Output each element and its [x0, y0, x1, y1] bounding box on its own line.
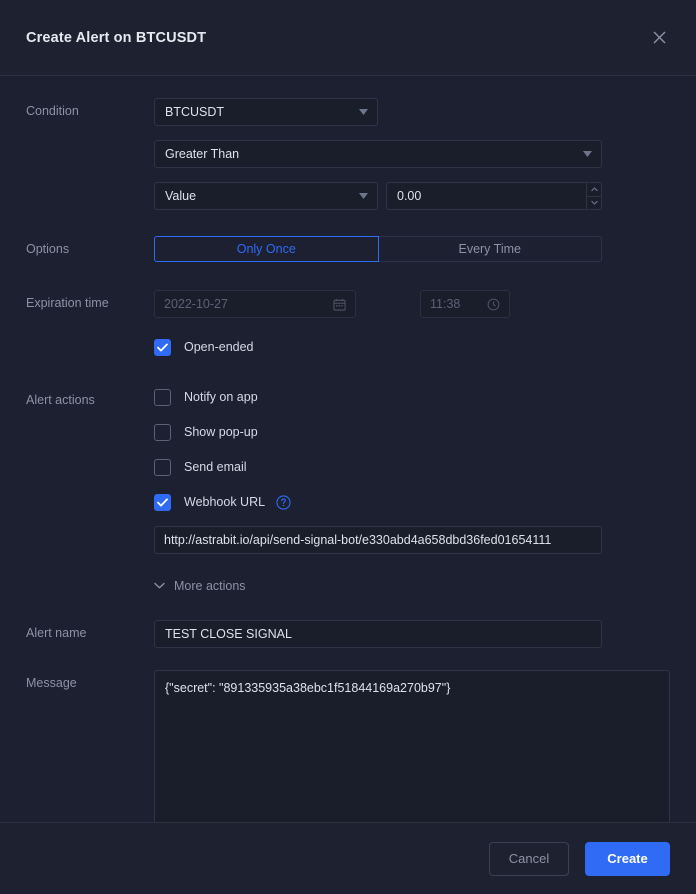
webhook-url-input[interactable]	[154, 526, 602, 554]
send-email-label: Send email	[184, 460, 247, 474]
message-textarea[interactable]: {"secret": "891335935a38ebc1f51844169a27…	[154, 670, 670, 838]
more-actions-toggle[interactable]: More actions	[154, 579, 246, 593]
send-email-checkbox[interactable]	[154, 458, 171, 476]
notify-on-app-label: Notify on app	[184, 390, 258, 404]
symbol-select-value: BTCUSDT	[165, 105, 225, 119]
alert-name-fields	[154, 620, 670, 648]
value-type-select-value: Value	[165, 189, 197, 203]
operator-select-value: Greater Than	[165, 147, 240, 161]
show-popup-checkbox[interactable]	[154, 423, 171, 441]
value-stepper	[386, 182, 602, 210]
chevron-down-icon	[359, 109, 368, 115]
trigger-frequency-toggle: Only Once Every Time	[154, 236, 602, 262]
symbol-select[interactable]: BTCUSDT	[154, 98, 378, 126]
open-ended-checkbox[interactable]	[154, 338, 171, 356]
modal-footer: Cancel Create	[0, 822, 696, 894]
close-icon[interactable]	[646, 25, 672, 51]
show-popup-row[interactable]: Show pop-up	[154, 422, 670, 442]
value-row: Value	[154, 182, 670, 210]
chevron-down-icon	[154, 582, 165, 589]
options-label: Options	[26, 242, 70, 256]
open-ended-checkbox-row[interactable]: Open-ended	[154, 337, 670, 357]
show-popup-label: Show pop-up	[184, 425, 258, 439]
expiration-datetime: 2022-10-27 11:38	[154, 290, 670, 318]
option-only-once[interactable]: Only Once	[154, 236, 379, 262]
alert-actions-fields: Notify on app Show pop-up Send email Web…	[154, 387, 670, 594]
operator-select[interactable]: Greater Than	[154, 140, 602, 168]
alert-name-row: Alert name	[0, 620, 696, 648]
expiration-fields: 2022-10-27 11:38 Open-ended	[154, 290, 670, 357]
page-title: Create Alert on BTCUSDT	[26, 29, 207, 46]
expiration-row: Expiration time 2022-10-27 11:38 Open-en…	[0, 290, 696, 357]
message-fields: {"secret": "891335935a38ebc1f51844169a27…	[154, 670, 670, 838]
value-spinner	[586, 182, 602, 210]
message-row: Message {"secret": "891335935a38ebc1f518…	[0, 670, 696, 838]
stepper-down-icon[interactable]	[587, 197, 601, 210]
notify-on-app-checkbox[interactable]	[154, 388, 171, 406]
calendar-icon	[333, 298, 346, 311]
expiration-time-input[interactable]: 11:38	[420, 290, 510, 318]
expiration-date-input[interactable]: 2022-10-27	[154, 290, 356, 318]
value-input[interactable]	[386, 182, 586, 210]
webhook-url-label: Webhook URL	[184, 495, 266, 509]
webhook-url-row[interactable]: Webhook URL	[154, 492, 670, 512]
more-actions-label: More actions	[174, 578, 246, 593]
value-type-select[interactable]: Value	[154, 182, 378, 210]
chevron-down-icon	[583, 151, 592, 157]
alert-actions-row: Alert actions Notify on app Show pop-up …	[0, 387, 696, 594]
expiration-date-value: 2022-10-27	[164, 297, 228, 311]
options-row: Options Only Once Every Time	[0, 236, 696, 262]
create-button[interactable]: Create	[585, 841, 670, 876]
modal-body: Condition BTCUSDT Greater Than Value 0.0…	[0, 98, 696, 844]
message-label: Message	[26, 676, 77, 690]
clock-icon	[487, 298, 500, 311]
condition-fields: BTCUSDT Greater Than Value	[154, 98, 670, 210]
alert-name-label: Alert name	[26, 626, 87, 640]
stepper-up-icon[interactable]	[587, 183, 601, 197]
expiration-time-value: 11:38	[430, 297, 461, 311]
cancel-button[interactable]: Cancel	[489, 841, 569, 876]
alert-actions-label: Alert actions	[26, 393, 95, 407]
chevron-down-icon	[359, 193, 368, 199]
condition-row: Condition BTCUSDT Greater Than Value	[0, 98, 696, 210]
help-icon[interactable]	[276, 494, 291, 510]
condition-label: Condition	[26, 104, 79, 118]
open-ended-label: Open-ended	[184, 340, 254, 354]
webhook-url-checkbox[interactable]	[154, 493, 171, 511]
alert-name-input[interactable]	[154, 620, 602, 648]
send-email-row[interactable]: Send email	[154, 457, 670, 477]
options-fields: Only Once Every Time	[154, 236, 670, 262]
notify-on-app-row[interactable]: Notify on app	[154, 387, 670, 407]
modal-header: Create Alert on BTCUSDT	[0, 0, 696, 76]
expiration-label: Expiration time	[26, 296, 109, 310]
option-every-time[interactable]: Every Time	[378, 236, 602, 262]
